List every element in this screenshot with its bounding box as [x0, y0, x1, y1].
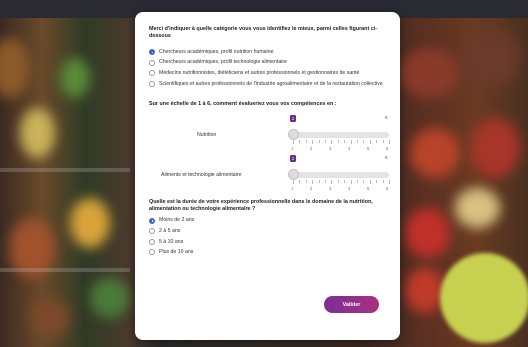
slider-tick-mark	[325, 179, 326, 183]
slider-tick-mark	[318, 139, 320, 143]
slider-tick-mark	[331, 139, 332, 144]
slider-tick-mark	[389, 179, 390, 184]
option-label: Moins de 2 ans	[159, 217, 195, 224]
nutrition-slider-thumb[interactable]	[288, 128, 299, 140]
tick-label: 6	[386, 145, 389, 151]
option-label: Plus de 10 ans	[159, 249, 194, 256]
slider-tick-mark	[325, 139, 326, 143]
slider-tick-mark	[318, 179, 320, 183]
experience-option[interactable]: 2 à 5 ans	[149, 228, 386, 235]
slider-tick-mark	[299, 139, 300, 143]
food-tech-slider-row: Aliments et technologie alimentaire 1 6 …	[149, 149, 390, 195]
food-tech-slider-thumb[interactable]	[288, 168, 299, 180]
tick-label: 4	[348, 185, 351, 191]
experience-option[interactable]: 5 à 10 ans	[149, 239, 386, 246]
category-option[interactable]: Chercheurs académiques, profil technolog…	[149, 59, 386, 66]
radio-unselected[interactable]	[149, 228, 155, 235]
slider-tick-mark	[382, 179, 384, 183]
category-question: Merci d'indiquer à quelle catégorie vous…	[149, 26, 378, 40]
slider-tick-mark	[350, 179, 352, 184]
slider-tick-mark	[369, 139, 371, 144]
tick-label: 5	[367, 185, 370, 191]
slider-tick-mark	[357, 139, 358, 143]
slider-label: Nutrition	[197, 131, 217, 138]
slider-tick-mark	[376, 179, 377, 183]
slider-value-badge: 1	[290, 154, 296, 162]
radio-selected[interactable]	[149, 49, 155, 56]
option-label: 5 à 10 ans	[159, 238, 184, 245]
slider-ticks	[293, 179, 390, 184]
slider-tick-mark	[369, 179, 371, 184]
slider-tick-mark	[305, 179, 307, 183]
option-label: Médecins nutritionnistes, diététiciens e…	[159, 70, 360, 76]
slider-tick-mark	[376, 139, 377, 143]
radio-unselected[interactable]	[149, 70, 155, 77]
slider-ticks	[293, 139, 390, 144]
slider-tick-mark	[312, 139, 313, 144]
slider-tick-mark	[363, 179, 364, 183]
slider-tick-mark	[344, 139, 345, 143]
slider-tick-mark	[382, 139, 384, 143]
submit-button[interactable]: Valider	[324, 296, 379, 313]
experience-option[interactable]: Plus de 10 ans	[149, 249, 386, 256]
skills-question: Sur une échelle de 1 à 6, comment évalue…	[149, 101, 337, 108]
nutrition-slider-track[interactable]	[293, 131, 389, 138]
slider-tick-mark	[344, 179, 345, 183]
option-label: 2 à 5 ans	[159, 228, 181, 234]
slider-tick-mark	[350, 139, 352, 144]
tick-label: 3	[329, 185, 332, 191]
slider-tick-mark	[305, 139, 307, 143]
slider-tick-mark	[293, 179, 294, 184]
radio-unselected[interactable]	[149, 238, 155, 245]
slider-tick-mark	[299, 179, 300, 183]
category-option[interactable]: Médecins nutritionnistes, diététiciens e…	[149, 70, 386, 77]
slider-tick-mark	[357, 179, 358, 183]
experience-option[interactable]: Moins de 2 ans	[149, 217, 386, 224]
food-tech-slider-track[interactable]	[293, 171, 389, 178]
radio-unselected[interactable]	[149, 249, 155, 256]
radio-selected[interactable]	[149, 217, 155, 224]
slider-tick-mark	[337, 179, 339, 183]
category-option[interactable]: Scientifiques et autres professionnels d…	[149, 81, 386, 88]
category-option[interactable]: Chercheurs académiques, profil nutrition…	[149, 49, 386, 56]
radio-unselected[interactable]	[149, 59, 155, 66]
slider-tick-mark	[337, 139, 339, 143]
tick-label: 1	[291, 185, 294, 191]
slider-tick-mark	[293, 139, 294, 144]
tick-label: 2	[310, 185, 313, 191]
slider-max-label: 6	[385, 154, 388, 160]
experience-options: Moins de 2 ans 2 à 5 ans 5 à 10 ans Plus…	[149, 217, 386, 256]
option-label: Scientifiques et autres professionnels d…	[159, 80, 383, 87]
slider-tick-mark	[363, 139, 364, 143]
survey-dialog: Merci d'indiquer à quelle catégorie vous…	[135, 12, 400, 340]
option-label: Chercheurs académiques, profil nutrition…	[159, 48, 274, 55]
slider-max-label: 6	[385, 114, 388, 120]
radio-unselected[interactable]	[149, 80, 155, 87]
category-options: Chercheurs académiques, profil nutrition…	[149, 49, 386, 87]
slider-tick-mark	[331, 179, 332, 184]
experience-question: Quelle est la durée de votre expérience …	[149, 198, 373, 212]
slider-tick-mark	[389, 139, 390, 144]
slider-tick-mark	[312, 179, 313, 184]
option-label: Chercheurs académiques, profil technolog…	[159, 59, 288, 66]
tick-label: 6	[386, 185, 389, 191]
slider-value-badge: 1	[290, 114, 296, 122]
slider-label: Aliments et technologie alimentaire	[161, 171, 242, 178]
